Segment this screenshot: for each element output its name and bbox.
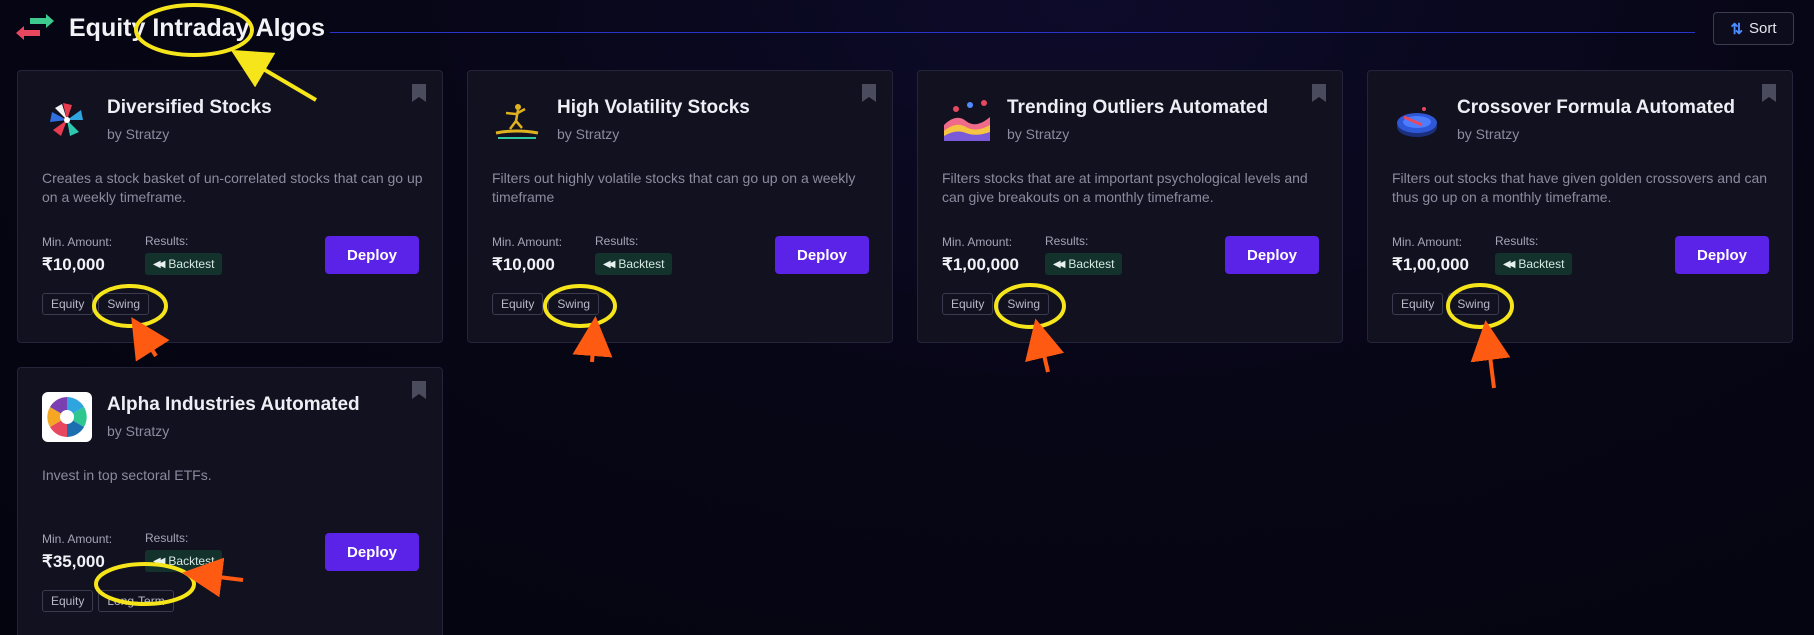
tag: Equity bbox=[942, 293, 994, 315]
card-author: by Stratzy bbox=[1457, 126, 1520, 142]
page-title: Equity Intraday Algos bbox=[69, 14, 326, 42]
backtest-label: Backtest bbox=[618, 257, 665, 271]
backtest-label: Backtest bbox=[168, 554, 215, 568]
rewind-icon: ◀◀ bbox=[153, 258, 166, 270]
min-amount-label: Min. Amount: bbox=[1392, 235, 1463, 249]
backtest-button[interactable]: ◀◀ Backtest bbox=[1045, 253, 1123, 275]
card-description: Invest in top sectoral ETFs. bbox=[42, 467, 212, 483]
waves-logo bbox=[942, 95, 992, 145]
deploy-button[interactable]: Deploy bbox=[775, 236, 869, 274]
algo-card[interactable]: Crossover Formula Automated by Stratzy F… bbox=[1367, 70, 1793, 343]
card-title[interactable]: Alpha Industries Automated bbox=[107, 394, 360, 416]
tag-list: Equity Swing bbox=[942, 293, 1050, 315]
card-description: Filters stocks that are at important psy… bbox=[942, 170, 1308, 205]
sort-button[interactable]: ⇅ Sort bbox=[1713, 12, 1794, 45]
backtest-button[interactable]: ◀◀ Backtest bbox=[145, 550, 223, 572]
tag: Equity bbox=[42, 590, 94, 612]
min-amount-value: ₹35,000 bbox=[42, 552, 105, 571]
card-title[interactable]: High Volatility Stocks bbox=[557, 97, 750, 119]
card-author: by Stratzy bbox=[1007, 126, 1070, 142]
min-amount-label: Min. Amount: bbox=[492, 235, 563, 249]
tag: Swing bbox=[548, 293, 600, 315]
min-amount-label: Min. Amount: bbox=[42, 532, 113, 546]
tag-list: Equity Swing bbox=[492, 293, 600, 315]
backtest-label: Backtest bbox=[168, 257, 215, 271]
card-author: by Stratzy bbox=[557, 126, 620, 142]
algo-card[interactable]: Trending Outliers Automated by Stratzy F… bbox=[917, 70, 1343, 343]
sector-wheel-logo bbox=[42, 392, 92, 442]
card-author: by Stratzy bbox=[107, 423, 170, 439]
min-amount-label: Min. Amount: bbox=[42, 235, 113, 249]
card-description: Filters out stocks that have given golde… bbox=[1392, 170, 1768, 205]
algo-card[interactable]: Diversified Stocks by Stratzy Creates a … bbox=[17, 70, 443, 343]
swap-arrows-icon bbox=[16, 14, 54, 40]
backtest-button[interactable]: ◀◀ Backtest bbox=[1495, 253, 1573, 275]
tag: Swing bbox=[998, 293, 1050, 315]
rewind-icon: ◀◀ bbox=[153, 555, 166, 567]
bookmark-icon[interactable] bbox=[412, 381, 426, 399]
sort-label: Sort bbox=[1749, 20, 1777, 37]
tag-list: Equity Swing bbox=[1392, 293, 1500, 315]
algo-card[interactable]: High Volatility Stocks by Stratzy Filter… bbox=[467, 70, 893, 343]
bookmark-icon[interactable] bbox=[412, 84, 426, 102]
card-author: by Stratzy bbox=[107, 126, 170, 142]
rewind-icon: ◀◀ bbox=[603, 258, 616, 270]
rewind-icon: ◀◀ bbox=[1053, 258, 1066, 270]
tag-list: Equity Long-Term bbox=[42, 590, 174, 612]
tag: Long-Term bbox=[98, 590, 174, 612]
results-label: Results: bbox=[595, 234, 639, 248]
backtest-label: Backtest bbox=[1518, 257, 1565, 271]
min-amount-value: ₹10,000 bbox=[42, 255, 105, 274]
sort-arrows-icon: ⇅ bbox=[1730, 20, 1743, 38]
surfer-logo bbox=[492, 95, 542, 145]
header-divider bbox=[330, 32, 1695, 33]
results-label: Results: bbox=[1495, 234, 1539, 248]
results-label: Results: bbox=[145, 531, 189, 545]
bookmark-icon[interactable] bbox=[1312, 84, 1326, 102]
tag: Equity bbox=[492, 293, 544, 315]
results-label: Results: bbox=[145, 234, 189, 248]
backtest-label: Backtest bbox=[1068, 257, 1115, 271]
annotation-arrow bbox=[1025, 318, 1065, 373]
pinwheel-logo bbox=[42, 95, 92, 145]
card-title[interactable]: Trending Outliers Automated bbox=[1007, 97, 1268, 119]
tag-list: Equity Swing bbox=[42, 293, 150, 315]
tag: Equity bbox=[42, 293, 94, 315]
card-description: Creates a stock basket of un-correlated … bbox=[42, 170, 423, 205]
deploy-button[interactable]: Deploy bbox=[1675, 236, 1769, 274]
results-label: Results: bbox=[1045, 234, 1089, 248]
algo-card[interactable]: Alpha Industries Automated by Stratzy In… bbox=[17, 367, 443, 635]
tag: Swing bbox=[98, 293, 150, 315]
tag: Equity bbox=[1392, 293, 1444, 315]
backtest-button[interactable]: ◀◀ Backtest bbox=[145, 253, 223, 275]
min-amount-value: ₹10,000 bbox=[492, 255, 555, 274]
deploy-button[interactable]: Deploy bbox=[325, 236, 419, 274]
deploy-button[interactable]: Deploy bbox=[1225, 236, 1319, 274]
tag: Swing bbox=[1448, 293, 1500, 315]
rewind-icon: ◀◀ bbox=[1503, 258, 1516, 270]
min-amount-value: ₹1,00,000 bbox=[1392, 255, 1469, 274]
card-title[interactable]: Diversified Stocks bbox=[107, 97, 272, 119]
bookmark-icon[interactable] bbox=[862, 84, 876, 102]
card-title[interactable]: Crossover Formula Automated bbox=[1457, 97, 1735, 119]
page-header: Equity Intraday Algos ⇅ Sort bbox=[0, 0, 1814, 60]
min-amount-value: ₹1,00,000 bbox=[942, 255, 1019, 274]
bookmark-icon[interactable] bbox=[1762, 84, 1776, 102]
min-amount-label: Min. Amount: bbox=[942, 235, 1013, 249]
annotation-arrow bbox=[1470, 320, 1511, 389]
disc-logo bbox=[1392, 95, 1442, 145]
deploy-button[interactable]: Deploy bbox=[325, 533, 419, 571]
card-description: Filters out highly volatile stocks that … bbox=[492, 170, 856, 205]
backtest-button[interactable]: ◀◀ Backtest bbox=[595, 253, 673, 275]
